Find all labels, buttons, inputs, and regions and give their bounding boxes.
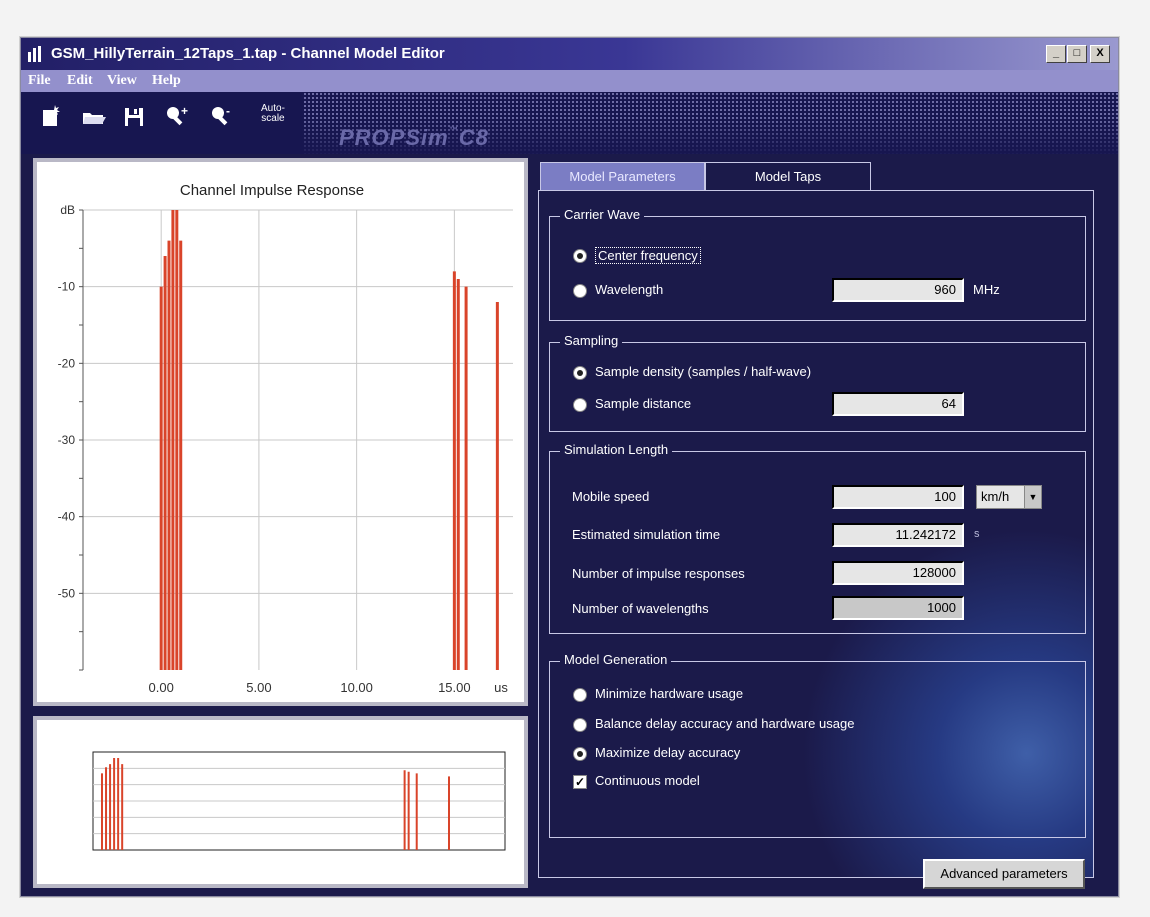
channel-model-editor-window: GSM_HillyTerrain_12Taps_1.tap - Channel …	[20, 37, 1119, 897]
advanced-parameters-button[interactable]: Advanced parameters	[923, 859, 1085, 889]
wavelength-label[interactable]: Wavelength	[595, 282, 663, 297]
sampling-legend: Sampling	[560, 333, 623, 348]
brand-logo: PROPSim™C8	[339, 125, 489, 150]
carrier-unit: MHz	[973, 282, 1000, 297]
x-tick-label: 10.00	[340, 680, 373, 695]
menu-bar: File Edit View Help	[21, 70, 1118, 92]
continuous-model-checkbox[interactable]: ✓	[573, 775, 587, 789]
y-tick-label: -30	[58, 433, 76, 447]
new-file-icon[interactable]	[39, 104, 63, 128]
maximize-button[interactable]: □	[1067, 45, 1087, 63]
impulse-response-chart[interactable]: dB -10 -20 -30 -40 -50 0.00 5.00 10.00 15.00 us	[37, 162, 524, 702]
simulation-time-unit: s	[974, 528, 980, 540]
maximize-delay-label[interactable]: Maximize delay accuracy	[595, 745, 740, 760]
model-generation-legend: Model Generation	[560, 652, 672, 667]
tab-model-parameters[interactable]: Model Parameters	[540, 162, 705, 190]
menu-view[interactable]: View	[107, 73, 137, 89]
minimize-hardware-label[interactable]: Minimize hardware usage	[595, 686, 743, 701]
toolbar: + - Auto- scale PROPSim™C8	[21, 92, 1118, 154]
title-bar[interactable]: GSM_HillyTerrain_12Taps_1.tap - Channel …	[21, 38, 1118, 70]
model-generation-group: Model Generation Minimize hardware usage…	[549, 652, 1086, 838]
impulse-responses-label: Number of impulse responses	[572, 566, 745, 581]
zoom-in-icon[interactable]: +	[164, 104, 188, 128]
minimize-button[interactable]: _	[1046, 45, 1066, 63]
continuous-model-label[interactable]: Continuous model	[595, 773, 700, 788]
open-folder-icon[interactable]	[81, 104, 106, 128]
sample-distance-radio[interactable]	[573, 398, 587, 412]
sampling-group: Sampling Sample density (samples / half-…	[549, 333, 1086, 432]
y-tick-label: -20	[58, 356, 76, 370]
mobile-speed-label: Mobile speed	[572, 489, 650, 504]
save-icon[interactable]	[122, 104, 146, 128]
wavelengths-field: 1000	[832, 596, 964, 620]
mobile-speed-field[interactable]: 100	[832, 485, 964, 509]
menu-file[interactable]: File	[28, 73, 51, 89]
x-unit-label: us	[494, 680, 508, 695]
sampling-value-field[interactable]: 64	[832, 392, 964, 416]
y-tick-label: dB	[60, 203, 75, 217]
carrier-value-field[interactable]: 960	[832, 278, 964, 302]
wavelengths-label: Number of wavelengths	[572, 601, 709, 616]
impulse-response-chart-panel: Channel Impulse Response dB -10 -20 -30 -40-…	[33, 158, 528, 706]
simulation-length-group: Simulation Length Mobile speed 100 km/h …	[549, 442, 1086, 634]
maximize-delay-radio[interactable]	[573, 747, 587, 761]
y-tick-label: -10	[58, 280, 76, 294]
speed-unit-select[interactable]: km/h ▼	[976, 485, 1042, 509]
y-tick-label: -50	[58, 586, 76, 600]
menu-help[interactable]: Help	[152, 73, 181, 89]
menu-edit[interactable]: Edit	[67, 73, 93, 89]
overview-chart[interactable]	[37, 720, 524, 884]
carrier-wave-group: Carrier Wave Center frequency Wavelength…	[549, 207, 1086, 321]
y-tick-label: -40	[58, 510, 76, 524]
sample-density-label[interactable]: Sample density (samples / half-wave)	[595, 364, 811, 379]
close-button[interactable]: X	[1090, 45, 1110, 63]
model-parameters-panel: Carrier Wave Center frequency Wavelength…	[538, 190, 1094, 878]
chevron-down-icon: ▼	[1024, 486, 1041, 508]
simulation-length-legend: Simulation Length	[560, 442, 673, 457]
wavelength-radio[interactable]	[573, 284, 587, 298]
impulse-responses-field[interactable]: 128000	[832, 561, 964, 585]
sample-density-radio[interactable]	[573, 366, 587, 380]
minimize-hardware-radio[interactable]	[573, 688, 587, 702]
x-tick-label: 15.00	[438, 680, 471, 695]
app-icon	[28, 46, 46, 62]
balance-delay-label[interactable]: Balance delay accuracy and hardware usag…	[595, 716, 854, 731]
svg-text:-: -	[226, 104, 230, 118]
carrier-wave-legend: Carrier Wave	[560, 207, 645, 222]
balance-delay-radio[interactable]	[573, 718, 587, 732]
tab-model-taps[interactable]: Model Taps	[705, 162, 871, 190]
center-frequency-label[interactable]: Center frequency	[595, 247, 701, 264]
overview-chart-panel	[33, 716, 528, 888]
autoscale-button[interactable]: Auto- scale	[261, 104, 285, 124]
x-tick-label: 0.00	[149, 680, 174, 695]
window-title: GSM_HillyTerrain_12Taps_1.tap - Channel …	[51, 45, 445, 62]
zoom-out-icon[interactable]: -	[209, 104, 233, 128]
x-tick-label: 5.00	[246, 680, 271, 695]
svg-text:+: +	[181, 104, 188, 118]
simulation-time-label: Estimated simulation time	[572, 527, 721, 542]
center-frequency-radio[interactable]	[573, 249, 587, 263]
sample-distance-label[interactable]: Sample distance	[595, 396, 691, 411]
simulation-time-field: 11.242172	[832, 523, 964, 547]
